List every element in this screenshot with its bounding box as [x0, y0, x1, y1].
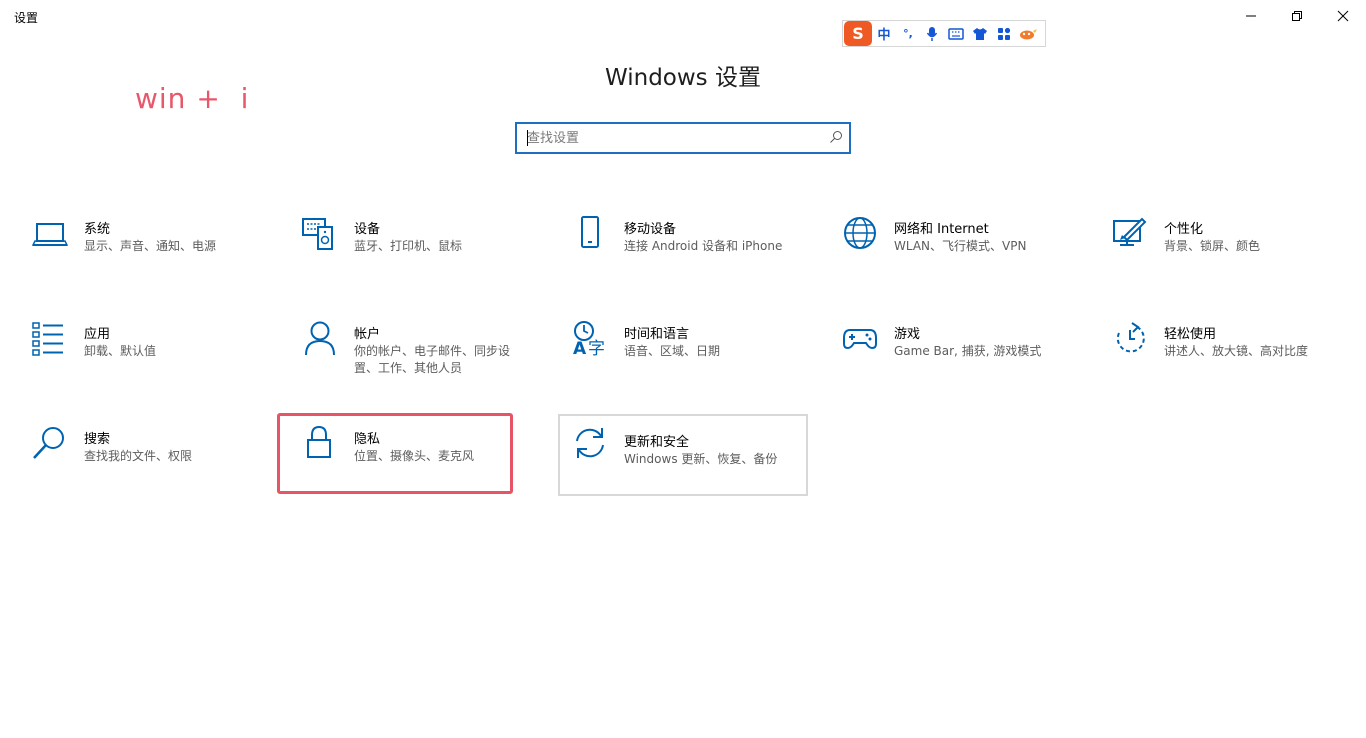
page-title: Windows 设置 — [605, 65, 761, 91]
tile-title: 网络和 Internet — [894, 222, 989, 237]
personalize-icon — [1112, 215, 1148, 251]
tile-update-security[interactable]: 更新和安全 Windows 更新、恢复、备份 — [558, 414, 808, 496]
tile-description: 蓝牙、打印机、鼠标 — [354, 239, 463, 253]
tile-title: 应用 — [84, 327, 111, 342]
ime-mode-toggle[interactable]: 中 — [872, 21, 896, 46]
tile-gaming[interactable]: 游戏 Game Bar, 捕获, 游戏模式 — [828, 310, 1078, 392]
svg-text:A: A — [573, 339, 587, 356]
tile-description: 语音、区域、日期 — [624, 344, 721, 358]
restore-button[interactable] — [1274, 0, 1320, 32]
apps-icon[interactable] — [992, 21, 1016, 46]
search-input[interactable] — [517, 124, 827, 152]
svg-text:字: 字 — [588, 339, 605, 356]
tile-apps[interactable]: 应用 卸载、默认值 — [18, 310, 268, 392]
tile-description: 你的帐户、电子邮件、同步设置、工作、其他人员 — [354, 344, 511, 375]
tile-description: 讲述人、放大镜、高对比度 — [1164, 344, 1309, 358]
tile-description: WLAN、飞行模式、VPN — [894, 239, 1027, 253]
microphone-icon[interactable] — [920, 21, 944, 46]
tile-ease-of-access[interactable]: 轻松使用 讲述人、放大镜、高对比度 — [1098, 310, 1348, 392]
tile-search[interactable]: 搜索 查找我的文件、权限 — [18, 415, 268, 497]
tile-personalization[interactable]: 个性化 背景、锁屏、颜色 — [1098, 205, 1348, 287]
tile-description: Windows 更新、恢复、备份 — [624, 452, 778, 466]
devices-icon — [302, 215, 338, 251]
search-icon — [32, 425, 68, 461]
search-icon[interactable] — [829, 130, 843, 144]
ime-punctuation-toggle[interactable]: °, — [896, 21, 920, 46]
time-language-icon: A字 — [572, 320, 608, 356]
close-button[interactable] — [1320, 0, 1366, 32]
shirt-icon[interactable] — [968, 21, 992, 46]
tile-title: 个性化 — [1164, 222, 1204, 237]
minimize-button[interactable] — [1228, 0, 1274, 32]
tile-title: 搜索 — [84, 432, 111, 447]
tile-description: 显示、声音、通知、电源 — [84, 239, 217, 253]
title-bar: 设置 — [0, 0, 1366, 32]
tile-devices[interactable]: 设备 蓝牙、打印机、鼠标 — [288, 205, 538, 287]
tile-title: 帐户 — [354, 327, 381, 342]
tile-title: 移动设备 — [624, 222, 677, 237]
ime-toolbar[interactable]: S 中 °, — [842, 20, 1046, 47]
tile-title: 设备 — [354, 222, 381, 237]
tile-network[interactable]: 网络和 Internet WLAN、飞行模式、VPN — [828, 205, 1078, 287]
gamepad-icon — [842, 320, 878, 356]
restore-icon — [1292, 11, 1302, 21]
person-icon — [302, 320, 338, 356]
pet-icon[interactable] — [1016, 21, 1040, 46]
ease-of-access-icon — [1112, 320, 1148, 356]
tile-accounts[interactable]: 帐户 你的帐户、电子邮件、同步设置、工作、其他人员 — [288, 310, 538, 392]
search-box[interactable] — [515, 122, 851, 154]
tile-description: 连接 Android 设备和 iPhone — [624, 239, 783, 253]
text-caret — [527, 130, 528, 146]
tile-title: 时间和语言 — [624, 327, 690, 342]
ime-logo[interactable]: S — [844, 21, 872, 46]
window-title: 设置 — [14, 11, 39, 25]
tile-time-language[interactable]: A字 时间和语言 语音、区域、日期 — [558, 310, 808, 392]
tile-description: 查找我的文件、权限 — [84, 449, 193, 463]
globe-icon — [842, 215, 878, 251]
minimize-icon — [1246, 15, 1256, 17]
tile-title: 系统 — [84, 222, 111, 237]
tile-description: 背景、锁屏、颜色 — [1164, 239, 1261, 253]
phone-icon — [572, 215, 608, 251]
keyboard-icon[interactable] — [944, 21, 968, 46]
tile-title: 游戏 — [894, 327, 921, 342]
settings-window: 设置 S 中 °, win + i Windows 设置 查找设置 系统 显示、… — [0, 0, 1366, 738]
update-icon — [572, 425, 608, 461]
tile-title: 轻松使用 — [1164, 327, 1217, 342]
tile-description: Game Bar, 捕获, 游戏模式 — [894, 344, 1042, 358]
tile-phone[interactable]: 移动设备 连接 Android 设备和 iPhone — [558, 205, 808, 287]
close-icon — [1337, 10, 1349, 22]
tile-system[interactable]: 系统 显示、声音、通知、电源 — [18, 205, 268, 287]
apps-list-icon — [32, 320, 68, 356]
tile-title: 更新和安全 — [624, 435, 690, 450]
laptop-icon — [32, 215, 68, 251]
tile-description: 卸载、默认值 — [84, 344, 157, 358]
privacy-highlight-box — [277, 413, 513, 494]
